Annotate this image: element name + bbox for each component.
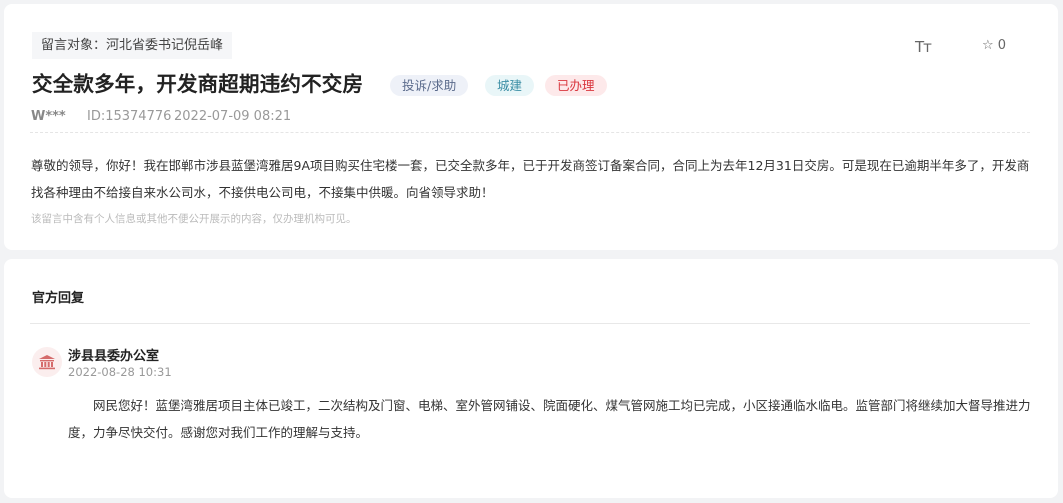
favorite-count: ☆ 0 [982,38,1007,53]
message-id: ID:15374776 [87,109,172,124]
reply-content: 网民您好！蓝堡湾雅居项目主体已竣工，二次结构及门窗、电梯、室外管网铺设、院面硬化… [68,398,1031,440]
official-reply-card: 官方回复 涉县县委办公室 2022-08-28 10:31 网民您好！蓝堡湾雅居… [4,259,1058,498]
reply-date: 2022-08-28 10:31 [68,365,172,379]
divider [30,323,1030,324]
tag-status: 已办理 [545,75,607,96]
reply-organization: 涉县县委办公室 [68,349,160,364]
tag-type[interactable]: 投诉/求助 [390,75,469,96]
favorite-button[interactable]: ☆ 0 [982,38,1006,53]
message-card: 留言对象：河北省委书记倪岳峰 交全款多年，开发商超期违约不交房 投诉/求助 城建… [4,4,1058,250]
message-date: 2022-07-09 08:21 [174,109,292,124]
message-target: 留言对象：河北省委书记倪岳峰 [32,32,233,59]
privacy-note: 该留言中含有个人信息或其他不便公开展示的内容，仅办理机构可见。 [31,213,357,225]
government-building-icon [32,347,62,377]
message-content: 尊敬的领导，你好！我在邯郸市涉县蓝堡湾雅居9A项目购买住宅楼一套，已交全款多年，… [31,158,1030,200]
divider [30,132,1030,133]
tag-category[interactable]: 城建 [485,75,535,96]
section-title: 官方回复 [32,291,85,306]
message-title: 交全款多年，开发商超期违约不交房 [32,72,364,96]
message-author: W*** [31,109,66,124]
font-size-label: Tт [915,38,932,56]
font-size-icon[interactable]: Tт [915,38,932,56]
